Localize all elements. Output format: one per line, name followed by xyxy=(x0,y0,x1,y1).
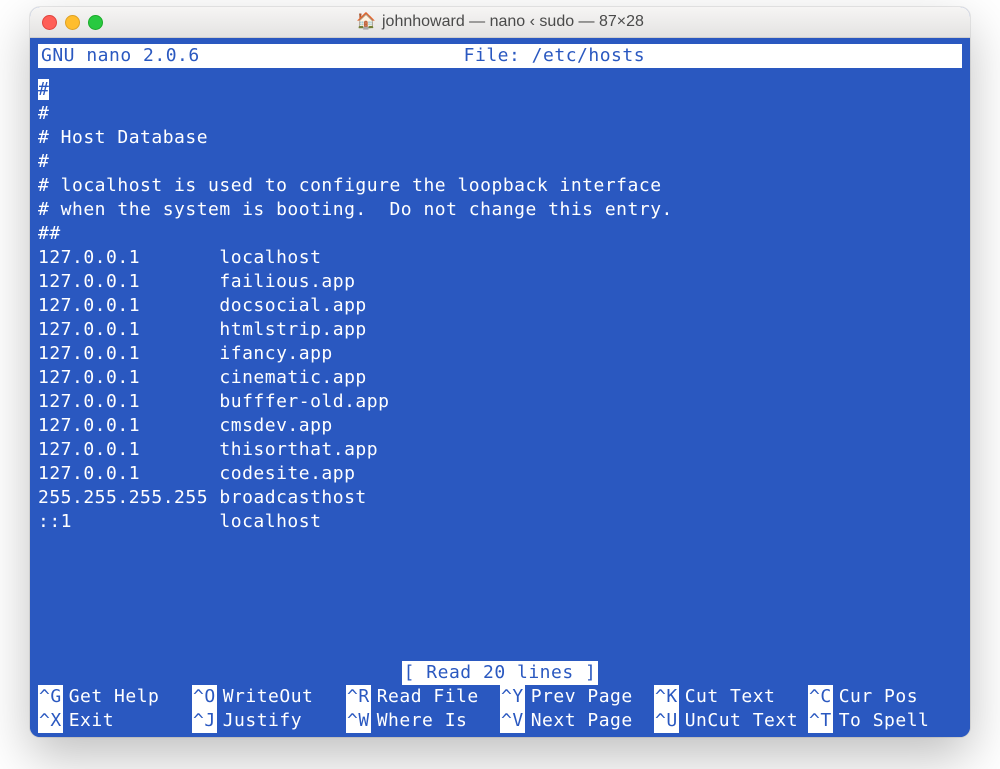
shortcut-item[interactable]: ^KCut Text xyxy=(654,685,808,709)
shortcut-key: ^V xyxy=(500,709,525,733)
nano-shortcuts: ^GGet Help^OWriteOut^RRead File^YPrev Pa… xyxy=(38,685,962,733)
editor-line[interactable]: # xyxy=(38,150,962,174)
editor-line[interactable]: # Host Database xyxy=(38,126,962,150)
shortcut-label: Prev Page xyxy=(531,685,633,709)
shortcut-key: ^Y xyxy=(500,685,525,709)
editor-line[interactable]: 127.0.0.1 docsocial.app xyxy=(38,294,962,318)
shortcut-label: Next Page xyxy=(531,709,633,733)
editor-line[interactable]: 127.0.0.1 localhost xyxy=(38,246,962,270)
shortcut-key: ^R xyxy=(346,685,371,709)
shortcut-item[interactable]: ^GGet Help xyxy=(38,685,192,709)
shortcut-item[interactable]: ^WWhere Is xyxy=(346,709,500,733)
shortcut-label: Read File xyxy=(377,685,479,709)
cursor: # xyxy=(38,79,49,100)
close-icon[interactable] xyxy=(42,15,57,30)
home-icon: 🏠 xyxy=(356,14,376,30)
shortcut-item[interactable]: ^RRead File xyxy=(346,685,500,709)
shortcut-item[interactable]: ^VNext Page xyxy=(500,709,654,733)
shortcut-key: ^U xyxy=(654,709,679,733)
shortcut-key: ^K xyxy=(654,685,679,709)
editor-line[interactable]: # xyxy=(38,78,962,102)
editor-line[interactable]: 255.255.255.255 broadcasthost xyxy=(38,486,962,510)
terminal-window: 🏠 johnhoward — nano ‹ sudo — 87×28 GNU n… xyxy=(30,7,970,737)
editor-line[interactable]: 127.0.0.1 cmsdev.app xyxy=(38,414,962,438)
shortcut-item[interactable]: ^OWriteOut xyxy=(192,685,346,709)
editor-line[interactable]: 127.0.0.1 htmlstrip.app xyxy=(38,318,962,342)
shortcut-label: WriteOut xyxy=(223,685,314,709)
editor-line[interactable]: # localhost is used to configure the loo… xyxy=(38,174,962,198)
editor-line[interactable]: 127.0.0.1 thisorthat.app xyxy=(38,438,962,462)
editor-line[interactable]: 127.0.0.1 failious.app xyxy=(38,270,962,294)
window-title-text: johnhoward — nano ‹ sudo — 87×28 xyxy=(382,13,644,31)
nano-file-label: File: /etc/hosts xyxy=(150,44,959,68)
shortcut-key: ^J xyxy=(192,709,217,733)
shortcut-label: Justify xyxy=(223,709,302,733)
zoom-icon[interactable] xyxy=(88,15,103,30)
nano-header: GNU nano 2.0.6 File: /etc/hosts xyxy=(38,44,962,68)
shortcut-key: ^T xyxy=(808,709,833,733)
shortcut-key: ^C xyxy=(808,685,833,709)
editor-content[interactable]: ### Host Database## localhost is used to… xyxy=(38,78,962,661)
shortcut-item[interactable]: ^UUnCut Text xyxy=(654,709,808,733)
nano-status-text: [ Read 20 lines ] xyxy=(402,661,599,685)
shortcut-label: Cur Pos xyxy=(839,685,918,709)
shortcut-item[interactable]: ^TTo Spell xyxy=(808,709,962,733)
editor-line[interactable]: ## xyxy=(38,222,962,246)
shortcut-item[interactable]: ^CCur Pos xyxy=(808,685,962,709)
editor-line[interactable]: 127.0.0.1 cinematic.app xyxy=(38,366,962,390)
shortcut-key: ^O xyxy=(192,685,217,709)
traffic-lights xyxy=(42,15,103,30)
shortcut-key: ^W xyxy=(346,709,371,733)
shortcut-key: ^X xyxy=(38,709,63,733)
editor-line[interactable]: 127.0.0.1 codesite.app xyxy=(38,462,962,486)
shortcut-key: ^G xyxy=(38,685,63,709)
shortcut-item[interactable]: ^JJustify xyxy=(192,709,346,733)
titlebar: 🏠 johnhoward — nano ‹ sudo — 87×28 xyxy=(30,7,970,38)
editor-line[interactable]: 127.0.0.1 bufffer-old.app xyxy=(38,390,962,414)
shortcut-item[interactable]: ^YPrev Page xyxy=(500,685,654,709)
shortcut-label: Cut Text xyxy=(685,685,776,709)
shortcut-label: Exit xyxy=(69,709,114,733)
editor-line[interactable]: ::1 localhost xyxy=(38,510,962,534)
nano-status: [ Read 20 lines ] xyxy=(38,661,962,685)
shortcut-item[interactable]: ^XExit xyxy=(38,709,192,733)
shortcut-label: Where Is xyxy=(377,709,468,733)
editor-line[interactable]: 127.0.0.1 ifancy.app xyxy=(38,342,962,366)
editor-line[interactable]: # xyxy=(38,102,962,126)
shortcut-label: Get Help xyxy=(69,685,160,709)
terminal-area[interactable]: GNU nano 2.0.6 File: /etc/hosts ### Host… xyxy=(30,38,970,737)
editor-line[interactable]: # when the system is booting. Do not cha… xyxy=(38,198,962,222)
shortcut-label: To Spell xyxy=(839,709,930,733)
minimize-icon[interactable] xyxy=(65,15,80,30)
window-title: 🏠 johnhoward — nano ‹ sudo — 87×28 xyxy=(30,13,970,31)
shortcut-label: UnCut Text xyxy=(685,709,798,733)
